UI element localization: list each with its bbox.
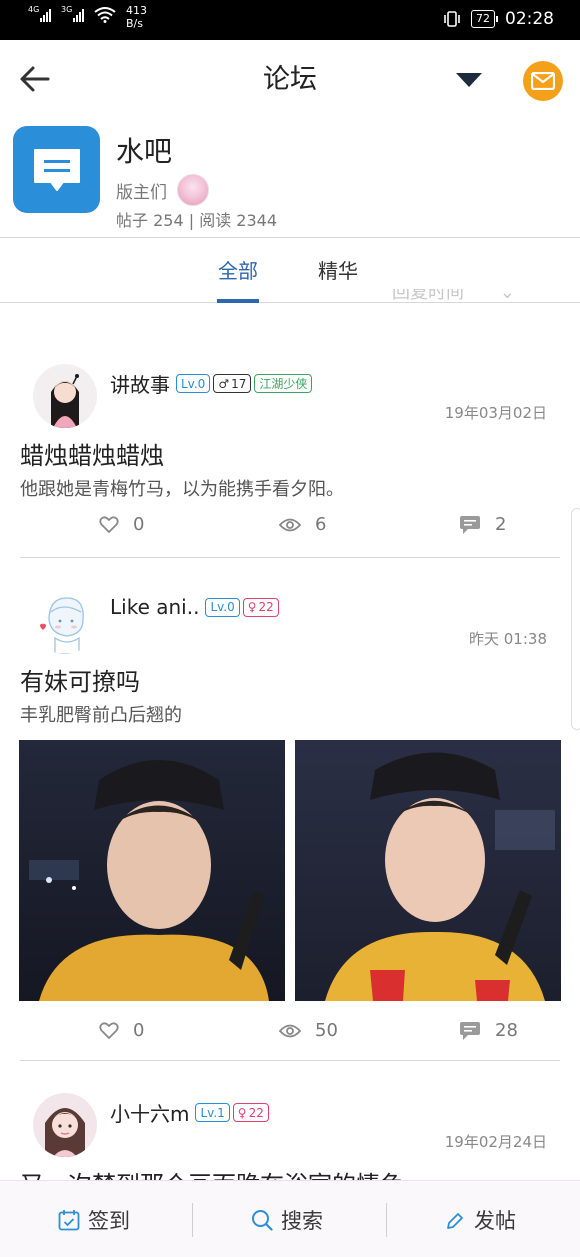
like-count: 0 (133, 514, 145, 535)
view-count: 6 (315, 514, 327, 535)
divider (20, 557, 560, 558)
battery-icon: 72 (471, 10, 498, 28)
tab-featured[interactable]: 精华 (318, 239, 358, 303)
signal-3g-icon: 3G (61, 5, 84, 22)
avatar[interactable] (33, 590, 97, 654)
level-badge: Lv.0 (205, 597, 240, 617)
avatar[interactable] (33, 1093, 97, 1157)
speed-unit: B/s (126, 17, 143, 30)
age: 22 (248, 1105, 264, 1120)
sort-label: 回复时间 (392, 289, 464, 303)
views: 50 (279, 1020, 338, 1041)
mail-icon (531, 72, 555, 90)
username[interactable]: 讲故事 (110, 369, 170, 398)
post-item[interactable]: 小十六m Lv.1 ♀22 19年02月24日 又一次梦到那个画面跪在浴室的情色 (0, 1093, 580, 1180)
level-badge: Lv.1 (195, 1103, 230, 1122)
heart-icon (99, 515, 119, 533)
forum-stats: 帖子 254 | 阅读 2344 (116, 211, 277, 230)
comment-count: 2 (495, 514, 507, 535)
post-actions: 0 6 2 (0, 514, 580, 544)
wifi-icon (94, 7, 116, 23)
pencil-icon (447, 1212, 463, 1229)
comment-button[interactable]: 28 (459, 1020, 518, 1041)
user-info: 小十六m Lv.1 ♀ 22 (110, 1098, 269, 1127)
new-post-button[interactable]: 发帖 (446, 1181, 516, 1257)
post-image[interactable] (295, 740, 561, 1001)
level-badge: Lv.0 (176, 374, 211, 393)
moderators-label: 版主们 (116, 182, 167, 203)
post-excerpt: 他跟她是青梅竹马，以为能携手看夕阳。 (20, 479, 344, 500)
sort-dropdown[interactable]: 回复时间 ⌄ (392, 289, 515, 303)
post-image[interactable] (19, 740, 285, 1001)
like-button[interactable]: 0 (99, 1020, 144, 1041)
chevron-down-icon: ⌄ (499, 289, 515, 303)
forum-chat-icon (13, 126, 100, 213)
gender-badge: ♂ 17 (213, 374, 252, 393)
username[interactable]: Like ani.. (110, 595, 199, 619)
comment-icon (460, 515, 480, 534)
female-icon: ♀ (247, 600, 257, 614)
search-label: 搜索 (281, 1208, 323, 1233)
post-actions: 0 50 28 (0, 1020, 580, 1050)
comment-button[interactable]: 2 (459, 514, 506, 535)
eye-icon (279, 1024, 301, 1037)
female-icon: ♀ (237, 1105, 247, 1120)
checkin-button[interactable]: 签到 (58, 1181, 130, 1257)
network-speed: 413 B/s (126, 4, 147, 30)
post-title[interactable]: 蜡烛蜡烛蜡烛 (20, 436, 164, 471)
signal-4g-label: 4G (28, 5, 40, 14)
post-excerpt: 丰乳肥臀前凸后翘的 (20, 705, 182, 726)
app-header: 论坛 (0, 40, 580, 120)
avatar[interactable] (33, 364, 97, 428)
comment-icon (460, 1021, 480, 1040)
vibrate-icon (444, 11, 460, 27)
post-title[interactable]: 又一次梦到那个画面跪在浴室的情色 (20, 1165, 404, 1180)
calendar-check-icon (58, 1209, 80, 1230)
post-time: 昨天 01:38 (469, 630, 547, 648)
tab-all[interactable]: 全部 (217, 239, 259, 303)
status-bar: 4G 3G 413 B/s 72 02:28 (0, 0, 580, 40)
gender-badge: ♀ 22 (232, 1103, 269, 1122)
user-info: 讲故事 Lv.0 ♂ 17 江湖少侠 (110, 369, 313, 398)
rank-badge: 江湖少侠 (254, 374, 313, 393)
male-icon: ♂ (218, 376, 230, 391)
new-post-label: 发帖 (474, 1208, 516, 1233)
like-count: 0 (133, 1020, 145, 1041)
heart-icon (99, 1021, 119, 1039)
separator (192, 1203, 193, 1237)
post-title[interactable]: 有妹可撩吗 (20, 662, 140, 697)
post-images (0, 740, 580, 1001)
divider (20, 1060, 560, 1061)
moderators[interactable]: 版主们 (116, 174, 209, 206)
username[interactable]: 小十六m (110, 1098, 189, 1127)
views: 6 (279, 514, 326, 535)
page-title: 论坛 (263, 64, 317, 95)
gender-badge: ♀ 22 (242, 597, 279, 617)
age: 17 (231, 376, 247, 391)
back-arrow-icon[interactable] (18, 62, 52, 96)
search-button[interactable]: 搜索 (251, 1181, 323, 1257)
signal-4g-icon: 4G (28, 5, 51, 22)
eye-icon (279, 518, 301, 531)
bottom-toolbar: 签到 搜索 发帖 (0, 1180, 580, 1257)
forum-info: 水吧 版主们 帖子 254 | 阅读 2344 (0, 120, 580, 238)
status-time: 02:28 (505, 9, 554, 29)
scroll-indicator[interactable] (571, 508, 580, 730)
view-count: 50 (315, 1020, 338, 1041)
separator (386, 1203, 387, 1237)
post-time: 19年03月02日 (444, 404, 547, 422)
message-button[interactable] (523, 61, 563, 101)
dropdown-triangle-icon[interactable] (456, 73, 482, 87)
post-time: 19年02月24日 (444, 1133, 547, 1151)
forum-name: 水吧 (116, 135, 173, 168)
age: 22 (258, 600, 274, 614)
search-icon (252, 1209, 273, 1231)
comment-count: 28 (495, 1020, 518, 1041)
checkin-label: 签到 (88, 1208, 130, 1233)
like-button[interactable]: 0 (99, 514, 144, 535)
user-info: Like ani.. Lv.0 ♀ 22 (110, 595, 279, 619)
speed-value: 413 (126, 4, 147, 17)
signal-3g-label: 3G (61, 5, 73, 14)
moderator-avatar[interactable] (177, 174, 209, 206)
